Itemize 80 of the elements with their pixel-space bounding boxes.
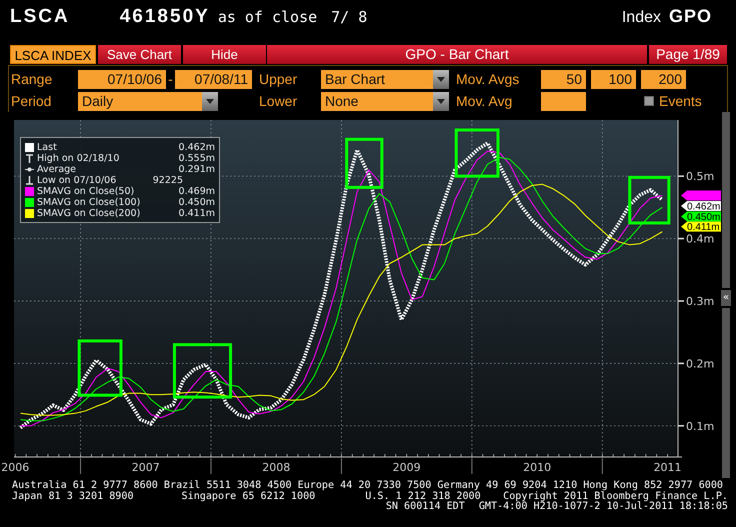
footer-text: U.S. 1 212 318 2000 bbox=[365, 492, 481, 502]
footer-text: SN 600114 EDT bbox=[386, 502, 465, 512]
as-of-label: as of close bbox=[218, 8, 318, 26]
axis-tick-label: 0.5m bbox=[686, 170, 714, 184]
legend-swatch bbox=[25, 187, 34, 196]
moving-average-field[interactable]: 100 bbox=[591, 70, 636, 88]
field-label: Mov. Avg bbox=[456, 93, 514, 109]
legend-value: 0.555m bbox=[178, 153, 215, 164]
moving-average-field[interactable]: 200 bbox=[641, 70, 686, 88]
legend-value: 92225 bbox=[152, 175, 183, 186]
close-date: 7/ 8 bbox=[331, 8, 368, 26]
axis-tick-label: 0.2m bbox=[686, 357, 714, 370]
average-marker-icon bbox=[25, 165, 34, 174]
footer-text: Singapore 65 6212 1000 bbox=[182, 492, 316, 502]
year-label: 2008 bbox=[262, 461, 290, 474]
legend-label: Low on 07/10/06 bbox=[37, 175, 118, 186]
events-checkbox[interactable] bbox=[644, 96, 654, 106]
highlight-box bbox=[628, 176, 670, 224]
moving-average-field[interactable]: 50 bbox=[541, 70, 586, 88]
range-end-field[interactable]: 07/08/11 bbox=[175, 70, 252, 88]
legend-value: 0.291m bbox=[178, 164, 215, 175]
legend-swatch bbox=[25, 209, 34, 218]
security-button[interactable]: LSCA INDEX bbox=[10, 45, 96, 64]
scrollbar[interactable] bbox=[722, 308, 730, 478]
moving-average-field[interactable] bbox=[541, 92, 586, 110]
year-label: 2011 bbox=[654, 461, 682, 474]
legend-label: Average bbox=[37, 164, 78, 175]
legend-value: 0.462m bbox=[178, 142, 215, 153]
footer-text: Australia 61 2 9777 8600 Brazil 5511 3048 4500 Europe 44 20 7330 7500 Germany 49 69 9204 1210 Hong Kong 852 2977 6000 bbox=[12, 481, 724, 491]
field-label: Lower bbox=[259, 93, 298, 109]
ticker: LSCA bbox=[10, 6, 70, 28]
year-label: 2009 bbox=[392, 461, 421, 474]
year-label: 2006 bbox=[1, 461, 30, 474]
legend-label: SMAVG on Close(100) bbox=[37, 197, 142, 208]
highlight-box bbox=[454, 128, 500, 178]
legend-value: 0.450m bbox=[178, 197, 215, 208]
legend-label: Last bbox=[37, 142, 58, 153]
field-label: Range bbox=[11, 71, 54, 87]
price-flag: 0.450m bbox=[681, 212, 721, 224]
function-code: GPO bbox=[668, 6, 712, 27]
scrollbar[interactable] bbox=[722, 112, 730, 288]
axis-tick-label: 0.4m bbox=[686, 232, 714, 246]
highlight-box bbox=[172, 343, 232, 399]
range-separator: - bbox=[167, 71, 174, 87]
legend-swatch bbox=[25, 143, 34, 152]
checkbox-label: Events bbox=[659, 93, 702, 109]
legend-swatch bbox=[25, 198, 34, 207]
index-label: Index bbox=[622, 9, 661, 27]
legend-label: High on 02/18/10 bbox=[37, 153, 120, 164]
footer-text: Japan 81 3 3201 8900 bbox=[12, 492, 134, 502]
chart-title-bar: GPO - Bar Chart bbox=[267, 45, 647, 64]
page-indicator: Page 1/89 bbox=[649, 45, 727, 64]
toolbar-button[interactable]: Save Chart bbox=[98, 45, 181, 64]
field-label: Upper bbox=[259, 71, 298, 87]
upper-dropdown[interactable]: Bar Chart bbox=[321, 70, 449, 88]
axis-tick-label: 0.3m bbox=[686, 294, 714, 308]
legend-value: 0.411m bbox=[178, 208, 215, 219]
axis-tick-label: 0.1m bbox=[686, 420, 714, 433]
range-start-field[interactable]: 07/10/06 bbox=[78, 70, 166, 88]
legend-label: SMAVG on Close(200) bbox=[37, 208, 142, 219]
lower-dropdown[interactable]: None bbox=[321, 92, 449, 110]
highlight-box bbox=[78, 339, 122, 397]
field-label: Period bbox=[11, 93, 52, 109]
year-label: 2010 bbox=[523, 461, 552, 474]
footer-text: Copyright 2011 Bloomberg Finance L.P. bbox=[503, 492, 728, 502]
low-marker-icon bbox=[25, 176, 34, 185]
price-flag: 0.411m bbox=[681, 222, 721, 234]
legend-value: 0.469m bbox=[178, 186, 215, 197]
period-dropdown[interactable]: Daily bbox=[78, 92, 218, 110]
price-flag: 0.462m bbox=[681, 201, 721, 213]
legend-label: SMAVG on Close(50) bbox=[37, 186, 136, 197]
year-label: 2007 bbox=[132, 461, 160, 474]
toolbar-button[interactable]: Hide bbox=[183, 45, 266, 64]
field-label: Mov. Avgs bbox=[456, 71, 520, 87]
footer-text: GMT-4:00 H210-1077-2 10-Jul-2011 18:18:05 bbox=[478, 502, 728, 512]
collapse-button[interactable]: « bbox=[721, 290, 731, 306]
security-number: 461850Y bbox=[120, 6, 210, 28]
highlight-box bbox=[345, 138, 384, 189]
high-marker-icon bbox=[25, 154, 34, 163]
price-flag bbox=[681, 190, 721, 201]
